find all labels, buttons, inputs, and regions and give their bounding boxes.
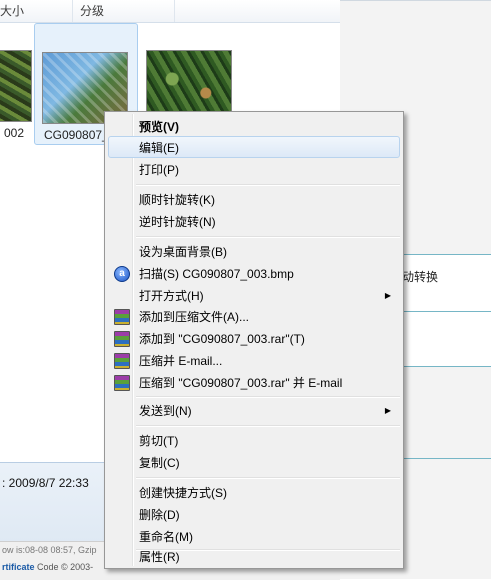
submenu-arrow-icon: ▶ — [384, 291, 391, 300]
winrar-icon — [114, 309, 130, 325]
winrar-icon — [114, 375, 130, 391]
menu-item-set-desktop-background[interactable]: 设为桌面背景(B) — [108, 240, 400, 262]
menu-item-rotate-counterclockwise[interactable]: 逆时针旋转(N) — [108, 210, 400, 232]
menu-item-compress-and-email[interactable]: 压缩并 E-mail... — [108, 349, 400, 371]
menu-item-print[interactable]: 打印(P) — [108, 158, 400, 180]
menu-item-compress-to-rar-and-email[interactable]: 压缩到 "CG090807_003.rar" 并 E-mail — [108, 371, 400, 393]
menu-item-open-with[interactable]: 打开方式(H) ▶ — [108, 284, 400, 306]
column-size[interactable]: 大小 — [0, 0, 24, 22]
menu-separator — [136, 396, 400, 398]
menu-item-cut[interactable]: 剪切(T) — [108, 429, 400, 451]
file-name: 002 — [4, 126, 25, 140]
scan-icon: a — [114, 266, 130, 282]
menu-separator — [136, 236, 400, 238]
menu-item-scan[interactable]: a 扫描(S) CG090807_003.bmp — [108, 262, 400, 284]
menu-separator — [136, 477, 400, 479]
winrar-icon — [114, 331, 130, 347]
context-menu: 预览(V) 编辑(E) 打印(P) 顺时针旋转(K) 逆时针旋转(N) 设为桌面… — [104, 111, 404, 569]
pane-divider — [400, 458, 491, 459]
status-text: ow is:08-08 08:57, Gzip — [2, 545, 97, 555]
pane-divider — [340, 0, 491, 1]
menu-item-copy[interactable]: 复制(C) — [108, 451, 400, 473]
menu-item-rename[interactable]: 重命名(M) — [108, 525, 400, 547]
menu-item-create-shortcut[interactable]: 创建快捷方式(S) — [108, 481, 400, 503]
pane-divider — [400, 311, 491, 312]
copyright-text: rtificate Code © 2003- — [2, 562, 94, 572]
date-taken: : 2009/8/7 22:33 — [2, 476, 89, 490]
menu-item-rotate-clockwise[interactable]: 顺时针旋转(K) — [108, 188, 400, 210]
menu-item-send-to[interactable]: 发送到(N) ▶ — [108, 399, 400, 421]
menu-item-add-to-rar[interactable]: 添加到 "CG090807_003.rar"(T) — [108, 327, 400, 349]
column-header: 大小 分级 — [0, 0, 340, 23]
menu-item-edit[interactable]: 编辑(E) — [108, 136, 400, 158]
submenu-arrow-icon: ▶ — [384, 406, 391, 415]
file-name: CG090807_ — [44, 128, 109, 142]
column-divider[interactable] — [174, 0, 175, 22]
pane-divider — [400, 366, 491, 367]
menu-item-delete[interactable]: 删除(D) — [108, 503, 400, 525]
menu-item-properties[interactable]: 属性(R) — [108, 545, 400, 567]
menu-separator — [136, 184, 400, 186]
menu-separator — [136, 425, 400, 427]
winrar-icon — [114, 353, 130, 369]
menu-item-preview[interactable]: 预览(V) — [108, 115, 400, 137]
menu-item-add-to-archive[interactable]: 添加到压缩文件(A)... — [108, 305, 400, 327]
file-thumbnail — [0, 50, 32, 122]
pane-text: 动转换 — [402, 270, 439, 284]
column-divider[interactable] — [72, 0, 73, 22]
column-rating[interactable]: 分级 — [80, 0, 104, 22]
